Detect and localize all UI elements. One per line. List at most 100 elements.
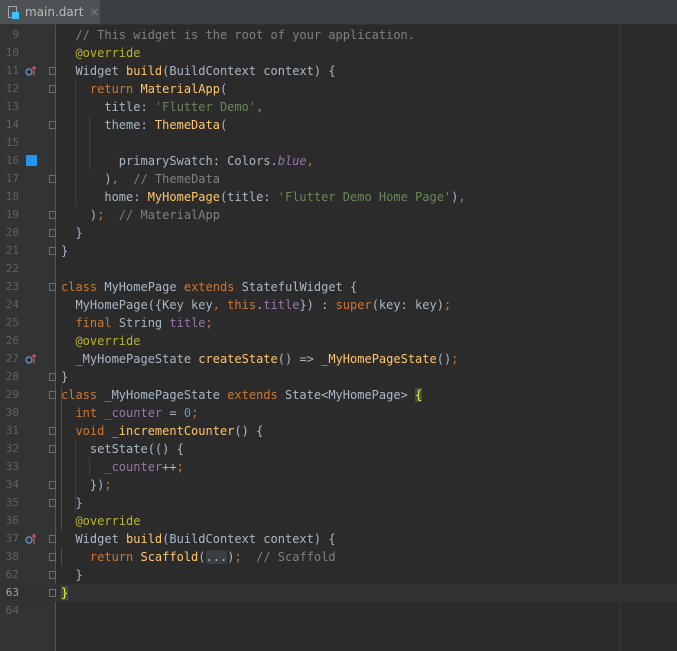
code-token: _MyHomePageState [61,352,199,366]
line-number: 24 [5,298,19,311]
code-line[interactable]: 28} [0,368,677,386]
code-token: ( [219,118,228,132]
code-token: Scaffold [140,550,199,564]
code-line[interactable]: 32 setState(() { [0,440,677,458]
code-token: } [61,586,69,600]
code-token: MyHomePage [104,280,184,294]
code-token: () [436,352,452,366]
code-line[interactable]: 20 } [0,224,677,242]
line-number: 36 [5,514,19,527]
line-number: 35 [5,496,19,509]
code-editor[interactable]: 9 // This widget is the root of your app… [0,25,677,651]
code-token: setState(() { [61,442,184,456]
fold-marker-icon[interactable] [49,535,56,543]
code-line[interactable]: 9 // This widget is the root of your app… [0,26,677,44]
code-text: setState(() { [61,440,184,458]
code-line[interactable]: 23 class MyHomePage extends StatefulWidge… [0,278,677,296]
code-line[interactable]: 36 @override [0,512,677,530]
code-token: _MyHomePageState [321,352,437,366]
line-number: 11 [5,64,19,77]
code-line[interactable]: 24 MyHomePage({Key key, this.title}) : s… [0,296,677,314]
fold-marker-icon[interactable] [49,85,56,93]
line-number: 31 [5,424,19,437]
code-token: String [118,316,170,330]
line-number: 28 [5,370,19,383]
fold-marker-icon[interactable] [49,175,56,183]
override-icon[interactable] [25,65,37,77]
code-line[interactable]: 22 [0,260,677,278]
code-token: int [75,406,105,420]
code-token: ThemeData [154,118,220,132]
code-line[interactable]: 34 }); [0,476,677,494]
code-token: 'Flutter Demo Home Page' [277,190,452,204]
code-line[interactable]: 25 final String title; [0,314,677,332]
fold-marker-icon[interactable] [49,283,56,291]
line-number: 26 [5,334,19,347]
code-text: @override [61,332,140,350]
fold-marker-icon[interactable] [49,229,56,237]
code-line[interactable]: 11 Widget build(BuildContext context) { [0,62,677,80]
code-line[interactable]: 64 [0,602,677,620]
code-text: ); // MaterialApp [61,206,220,224]
code-line[interactable]: 35 } [0,494,677,512]
code-line[interactable]: 12 return MaterialApp( [0,80,677,98]
code-line[interactable]: 31 void _incrementCounter() { [0,422,677,440]
code-line[interactable]: 10 @override [0,44,677,62]
code-token: ) [61,208,98,222]
fold-marker-icon[interactable] [49,589,56,597]
code-token: // This widget is the root of your appli… [61,28,416,42]
code-line[interactable]: 13 title: 'Flutter Demo', [0,98,677,116]
fold-marker-icon[interactable] [49,67,56,75]
code-token: StatefulWidget { [241,280,358,294]
fold-marker-icon[interactable] [49,553,56,561]
code-line[interactable]: 37 Widget build(BuildContext context) { [0,530,677,548]
code-token: , [111,172,119,186]
code-token: { [415,388,423,402]
code-line[interactable]: 38 return Scaffold(...); // Scaffold [0,548,677,566]
code-line[interactable]: 26 @override [0,332,677,350]
code-token: _counter [104,406,163,420]
code-line[interactable]: 62 } [0,566,677,584]
color-swatch-icon[interactable] [26,155,37,166]
override-icon[interactable] [25,353,37,365]
code-line[interactable]: 29 class _MyHomePageState extends State<M… [0,386,677,404]
code-token: super [335,298,372,312]
code-text: home: MyHomePage(title: 'Flutter Demo Ho… [61,188,465,206]
code-line[interactable]: 14 theme: ThemeData( [0,116,677,134]
code-line[interactable]: 33 _counter++; [0,458,677,476]
code-line[interactable]: 18 home: MyHomePage(title: 'Flutter Demo… [0,188,677,206]
line-number: 29 [5,388,19,401]
code-text: ), // ThemeData [61,170,220,188]
fold-marker-icon[interactable] [49,481,56,489]
fold-marker-icon[interactable] [49,391,56,399]
code-token: class [61,388,105,402]
fold-marker-icon[interactable] [49,571,56,579]
code-line[interactable]: 30 int _counter = 0; [0,404,677,422]
fold-marker-icon[interactable] [49,121,56,129]
tab-main-dart[interactable]: main.dart × [0,0,100,24]
code-token: home: [61,190,148,204]
code-line[interactable]: 21} [0,242,677,260]
code-line[interactable]: 19 ); // MaterialApp [0,206,677,224]
override-icon[interactable] [25,533,37,545]
code-line[interactable]: 17 ), // ThemeData [0,170,677,188]
fold-marker-icon[interactable] [49,211,56,219]
fold-marker-icon[interactable] [49,499,56,507]
code-line[interactable]: 27 _MyHomePageState createState() => _My… [0,350,677,368]
code-token: build [126,532,163,546]
fold-marker-icon[interactable] [49,247,56,255]
fold-marker-icon[interactable] [49,373,56,381]
code-line[interactable]: 63} [0,584,677,602]
code-text: _counter++; [61,458,183,476]
line-number: 33 [5,460,19,473]
code-text: } [61,368,68,386]
tab-label: main.dart [25,5,84,19]
fold-marker-icon[interactable] [49,427,56,435]
close-icon[interactable]: × [89,5,99,19]
code-line[interactable]: 16 primarySwatch: Colors.blue, [0,152,677,170]
code-line[interactable]: 15 [0,134,677,152]
fold-marker-icon[interactable] [49,445,56,453]
